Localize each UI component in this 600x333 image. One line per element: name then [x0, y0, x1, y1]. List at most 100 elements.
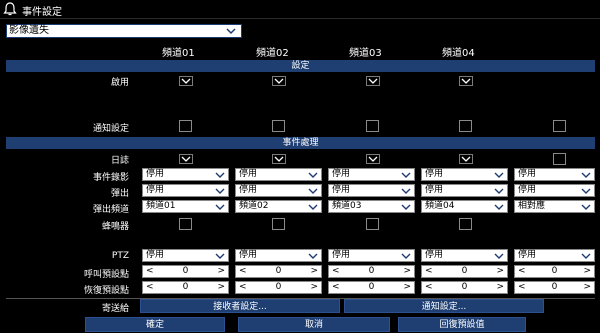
popup-channel-select-5[interactable]: 相對應	[514, 200, 595, 213]
cancel-button[interactable]: 取消	[238, 317, 390, 332]
popup-select-2[interactable]: 停用	[235, 184, 322, 197]
increment-button[interactable]: >	[310, 282, 318, 293]
call-preset-spinner-1[interactable]: <0 >	[142, 265, 229, 278]
chevron-down-icon	[494, 253, 504, 259]
label-record: 事件錄影	[92, 173, 129, 183]
buzzer-checkbox-1[interactable]	[179, 218, 192, 230]
chevron-down-icon	[401, 172, 411, 178]
chevron-down-icon	[494, 204, 504, 210]
record-value: 停用	[425, 169, 444, 179]
call-preset-value: 0	[551, 266, 558, 276]
chevron-down-icon	[215, 253, 225, 259]
restore-preset-spinner-3[interactable]: <0 >	[328, 281, 415, 294]
popup-select-3[interactable]: 停用	[328, 184, 415, 197]
record-select-3[interactable]: 停用	[328, 168, 415, 181]
notify-checkbox-2[interactable]	[272, 120, 285, 132]
enable-dropdown-1[interactable]	[179, 76, 193, 86]
notify-checkbox-3[interactable]	[366, 120, 379, 132]
chevron-down-icon	[308, 172, 318, 178]
popup-channel-select-4[interactable]: 頻道04	[421, 200, 508, 213]
restore-preset-value: 0	[368, 282, 375, 292]
log-dropdown-3[interactable]	[366, 154, 380, 164]
section-handling: 事件處理	[6, 137, 595, 149]
ptz-select-2[interactable]: 停用	[235, 249, 322, 262]
title-bar: 事件設定	[0, 0, 600, 19]
increment-button[interactable]: >	[583, 266, 591, 277]
restore-preset-spinner-1[interactable]: <0 >	[142, 281, 229, 294]
buzzer-checkbox-3[interactable]	[366, 218, 379, 230]
record-value: 停用	[518, 169, 537, 179]
ptz-value: 停用	[425, 250, 444, 260]
ptz-select-4[interactable]: 停用	[421, 249, 508, 262]
chevron-down-icon	[308, 188, 318, 194]
notify-checkbox-5[interactable]	[553, 120, 566, 132]
log-dropdown-2[interactable]	[272, 154, 286, 164]
label-send-to: 寄送給	[101, 304, 129, 314]
popup-channel-select-1[interactable]: 頻道01	[142, 200, 229, 213]
log-checkbox-5[interactable]	[553, 153, 566, 165]
notify-checkbox-1[interactable]	[179, 120, 192, 132]
channel-header-2: 頻道02	[256, 48, 289, 59]
increment-button[interactable]: >	[496, 282, 504, 293]
event-type-value: 影像遺失	[9, 25, 49, 36]
event-type-select[interactable]: 影像遺失	[6, 24, 242, 38]
increment-button[interactable]: >	[583, 282, 591, 293]
popup-select-4[interactable]: 停用	[421, 184, 508, 197]
popup-select-5[interactable]: 停用	[514, 184, 595, 197]
increment-button[interactable]: >	[496, 266, 504, 277]
increment-button[interactable]: >	[403, 266, 411, 277]
popup-channel-value: 頻道04	[425, 201, 455, 211]
log-dropdown-1[interactable]	[179, 154, 193, 164]
receiver-settings-button[interactable]: 接收者設定...	[140, 299, 340, 313]
call-preset-spinner-2[interactable]: <0 >	[235, 265, 322, 278]
popup-channel-value: 頻道01	[146, 201, 176, 211]
call-preset-spinner-4[interactable]: <0 >	[421, 265, 508, 278]
enable-dropdown-2[interactable]	[272, 76, 286, 86]
ok-button[interactable]: 確定	[85, 317, 225, 332]
popup-select-1[interactable]: 停用	[142, 184, 229, 197]
chevron-down-icon	[226, 28, 236, 35]
notify-settings-button[interactable]: 通知設定...	[344, 299, 544, 313]
buzzer-checkbox-2[interactable]	[272, 218, 285, 230]
call-preset-spinner-5[interactable]: <0 >	[514, 265, 595, 278]
popup-channel-select-3[interactable]: 頻道03	[328, 200, 415, 213]
record-select-1[interactable]: 停用	[142, 168, 229, 181]
restore-default-button[interactable]: 回復預設值	[398, 317, 526, 332]
popup-value: 停用	[425, 185, 444, 195]
label-enable: 啟用	[110, 78, 129, 88]
chevron-down-icon	[581, 188, 591, 194]
record-select-5[interactable]: 停用	[514, 168, 595, 181]
label-notify: 通知設定	[92, 124, 129, 134]
restore-preset-value: 0	[182, 282, 189, 292]
chevron-down-icon	[401, 253, 411, 259]
restore-preset-spinner-2[interactable]: <0 >	[235, 281, 322, 294]
restore-preset-value: 0	[461, 282, 468, 292]
record-select-4[interactable]: 停用	[421, 168, 508, 181]
buzzer-checkbox-4[interactable]	[459, 218, 472, 230]
increment-button[interactable]: >	[310, 266, 318, 277]
enable-dropdown-4[interactable]	[459, 76, 473, 86]
call-preset-value: 0	[461, 266, 468, 276]
label-log: 日誌	[110, 156, 129, 166]
increment-button[interactable]: >	[217, 266, 225, 277]
ptz-select-1[interactable]: 停用	[142, 249, 229, 262]
call-preset-value: 0	[368, 266, 375, 276]
chevron-down-icon	[581, 204, 591, 210]
increment-button[interactable]: >	[403, 282, 411, 293]
increment-button[interactable]: >	[217, 282, 225, 293]
restore-preset-spinner-4[interactable]: <0 >	[421, 281, 508, 294]
call-preset-spinner-3[interactable]: <0 >	[328, 265, 415, 278]
enable-dropdown-3[interactable]	[366, 76, 380, 86]
ptz-value: 停用	[518, 250, 537, 260]
ptz-select-3[interactable]: 停用	[328, 249, 415, 262]
restore-preset-spinner-5[interactable]: <0 >	[514, 281, 595, 294]
popup-value: 停用	[146, 185, 165, 195]
log-dropdown-4[interactable]	[459, 154, 473, 164]
popup-channel-select-2[interactable]: 頻道02	[235, 200, 322, 213]
bell-icon	[3, 2, 17, 16]
section-settings: 設定	[6, 60, 595, 72]
call-preset-value: 0	[182, 266, 189, 276]
ptz-select-5[interactable]: 停用	[514, 249, 595, 262]
notify-checkbox-4[interactable]	[459, 120, 472, 132]
record-select-2[interactable]: 停用	[235, 168, 322, 181]
